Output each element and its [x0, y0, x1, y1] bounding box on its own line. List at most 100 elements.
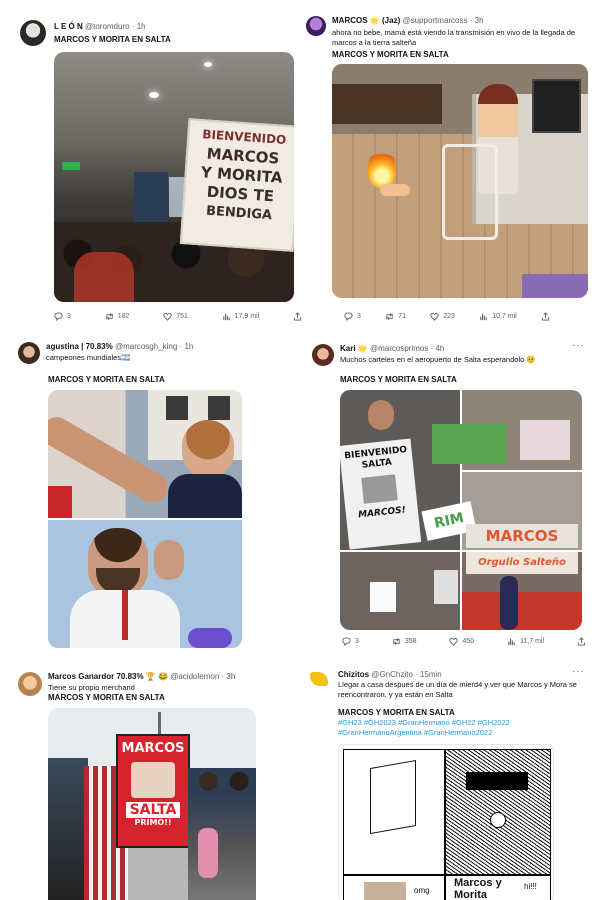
- tweet-photo-bottom[interactable]: [48, 520, 242, 648]
- stick-figure: [490, 812, 506, 828]
- photo-bl: [340, 552, 460, 630]
- sign-marcos-orange: MARCOS: [466, 524, 578, 548]
- tweet-text: ahora no bebe, mamá está viendo la trans…: [332, 28, 576, 47]
- player-head: [182, 420, 234, 478]
- tweet-meme-image[interactable]: omg Marcos y Morita hi!!!: [338, 744, 554, 900]
- retweet-button[interactable]: 358: [392, 637, 417, 646]
- tweet-text-bold: MARCOS Y MORITA EN SALTA: [48, 693, 165, 702]
- reply-button[interactable]: 3: [344, 312, 361, 321]
- reply-button[interactable]: 3: [54, 312, 71, 321]
- display-name[interactable]: agustina | 70.83%: [46, 342, 113, 351]
- display-name[interactable]: Kari: [340, 344, 356, 353]
- reply-button[interactable]: 3: [342, 637, 359, 646]
- avatar[interactable]: [20, 20, 46, 46]
- white-sign: [434, 570, 458, 604]
- avatar[interactable]: [306, 16, 326, 36]
- player-shirt: [168, 474, 242, 518]
- views-button[interactable]: 10,7 mil: [479, 312, 517, 321]
- tweet-photo-top[interactable]: [48, 390, 242, 518]
- user-handle[interactable]: @acidolemon: [170, 672, 219, 681]
- tweet-photo[interactable]: MARCOS SALTA PRIMO!!: [48, 708, 256, 900]
- star-emoji-icon: 🌟: [357, 344, 368, 353]
- sign-photo: [361, 474, 398, 504]
- like-count: 751: [176, 313, 188, 320]
- chair: [442, 144, 498, 240]
- display-name[interactable]: Chizitos: [338, 670, 369, 679]
- star-emoji-icon: 🌟: [369, 16, 380, 25]
- reply-count: 3: [355, 638, 359, 645]
- views-count: 10,7 mil: [492, 313, 517, 320]
- user-handle[interactable]: @toromduro: [85, 22, 130, 31]
- meme-bottom-left: omg: [343, 875, 445, 900]
- user-handle[interactable]: @supportmarcoss: [402, 16, 467, 25]
- user-handle[interactable]: @marcosprimos: [370, 344, 428, 353]
- baby-on-floor: [380, 184, 410, 196]
- purple-blob: [188, 628, 232, 648]
- avatar[interactable]: [18, 672, 42, 696]
- like-button[interactable]: 450: [449, 637, 474, 646]
- window: [208, 396, 230, 420]
- timestamp[interactable]: · 3h: [222, 672, 236, 681]
- tweet-photo[interactable]: BIENVENIDO MARCOS Y MORITA DIOS TE BENDI…: [54, 52, 294, 302]
- purple-rug: [522, 274, 588, 298]
- tweet-agustina[interactable]: agustina | 70.83% @marcosgh_king · 1h ca…: [14, 334, 302, 656]
- user-handle[interactable]: @GnChzito: [371, 670, 412, 679]
- views-count: 11,7 mil: [520, 638, 545, 645]
- banner-text: SALTA: [126, 802, 180, 818]
- views-count: 17,9 mil: [234, 313, 260, 320]
- retweet-count: 182: [117, 313, 130, 320]
- tweet-text: MARCOS Y MORITA EN SALTA: [54, 35, 171, 44]
- timestamp[interactable]: · 15min: [415, 670, 442, 679]
- banner-text: PRIMO!!: [134, 818, 172, 827]
- tweet-chizitos[interactable]: Chizitos @GnChzito · 15min ··· Llegar a …: [302, 664, 594, 900]
- hashtags-link[interactable]: #GH23 #GH2023 #GranHermano #GH22 #GH2022…: [338, 718, 590, 738]
- avatar[interactable]: [310, 672, 328, 686]
- share-icon: [577, 637, 586, 646]
- display-name[interactable]: MARCOS: [332, 16, 368, 25]
- share-button[interactable]: [541, 312, 550, 321]
- tweet-marcos-ganardor[interactable]: Marcos Ganardor 70.83% 🏆 😂 @acidolemon ·…: [14, 664, 302, 900]
- timestamp[interactable]: · 4h: [431, 344, 445, 353]
- timestamp[interactable]: · 3h: [470, 16, 484, 25]
- reply-icon: [342, 637, 351, 646]
- avatar[interactable]: [18, 342, 40, 364]
- tweet-text-bold: MARCOS Y MORITA EN SALTA: [338, 708, 455, 717]
- views-button[interactable]: 17,9 mil: [222, 312, 260, 321]
- like-button[interactable]: 751: [163, 312, 188, 321]
- retweet-icon: [386, 313, 393, 320]
- red-shirt: [48, 486, 72, 518]
- tweet-text: Tiene su propio merchand: [48, 683, 135, 692]
- retweet-button[interactable]: 182: [105, 312, 130, 321]
- reply-count: 3: [357, 313, 361, 320]
- meme-door-panel: [343, 749, 445, 875]
- reply-icon: [344, 312, 353, 321]
- meme-scribble-panel: [445, 749, 551, 875]
- tweet-leon[interactable]: L E Ó N @toromduro · 1h MARCOS Y MORITA …: [14, 10, 302, 326]
- ceiling-light: [149, 92, 159, 98]
- user-handle[interactable]: @marcosgh_king: [115, 342, 177, 351]
- like-count: 223: [443, 313, 455, 320]
- retweet-button[interactable]: 71: [385, 312, 406, 321]
- ceiling-light: [204, 62, 212, 67]
- timestamp[interactable]: · 1h: [180, 342, 194, 351]
- display-name-suffix: (Jaz): [382, 16, 401, 25]
- timestamp[interactable]: · 1h: [132, 22, 146, 31]
- pink-sign: [520, 420, 570, 460]
- photo-br: Orgullo Salteño: [462, 552, 582, 630]
- tweet-photo-grid[interactable]: BIENVENIDO SALTA MARCOS! RIM MARCOS Orgu…: [340, 390, 582, 630]
- sign-text: BIENVENIDO SALTA: [343, 444, 408, 471]
- avatar[interactable]: [312, 344, 334, 366]
- tweet-kari[interactable]: Kari 🌟 @marcosprimos · 4h ··· Muchos car…: [302, 334, 594, 656]
- like-icon: [163, 312, 172, 321]
- like-button[interactable]: 223: [430, 312, 455, 321]
- display-name[interactable]: L E Ó N: [54, 22, 83, 31]
- views-button[interactable]: 11,7 mil: [507, 637, 544, 646]
- share-button[interactable]: [293, 312, 302, 321]
- more-icon[interactable]: ···: [572, 340, 585, 351]
- views-icon: [222, 313, 230, 321]
- tweet-supportmarcoss[interactable]: MARCOS 🌟 (Jaz) @supportmarcoss · 3h ahor…: [302, 10, 594, 326]
- tweet-photo[interactable]: [332, 64, 588, 298]
- share-button[interactable]: [577, 637, 586, 646]
- display-name[interactable]: Marcos Ganardor 70.83%: [48, 672, 144, 681]
- more-icon[interactable]: ···: [572, 666, 585, 677]
